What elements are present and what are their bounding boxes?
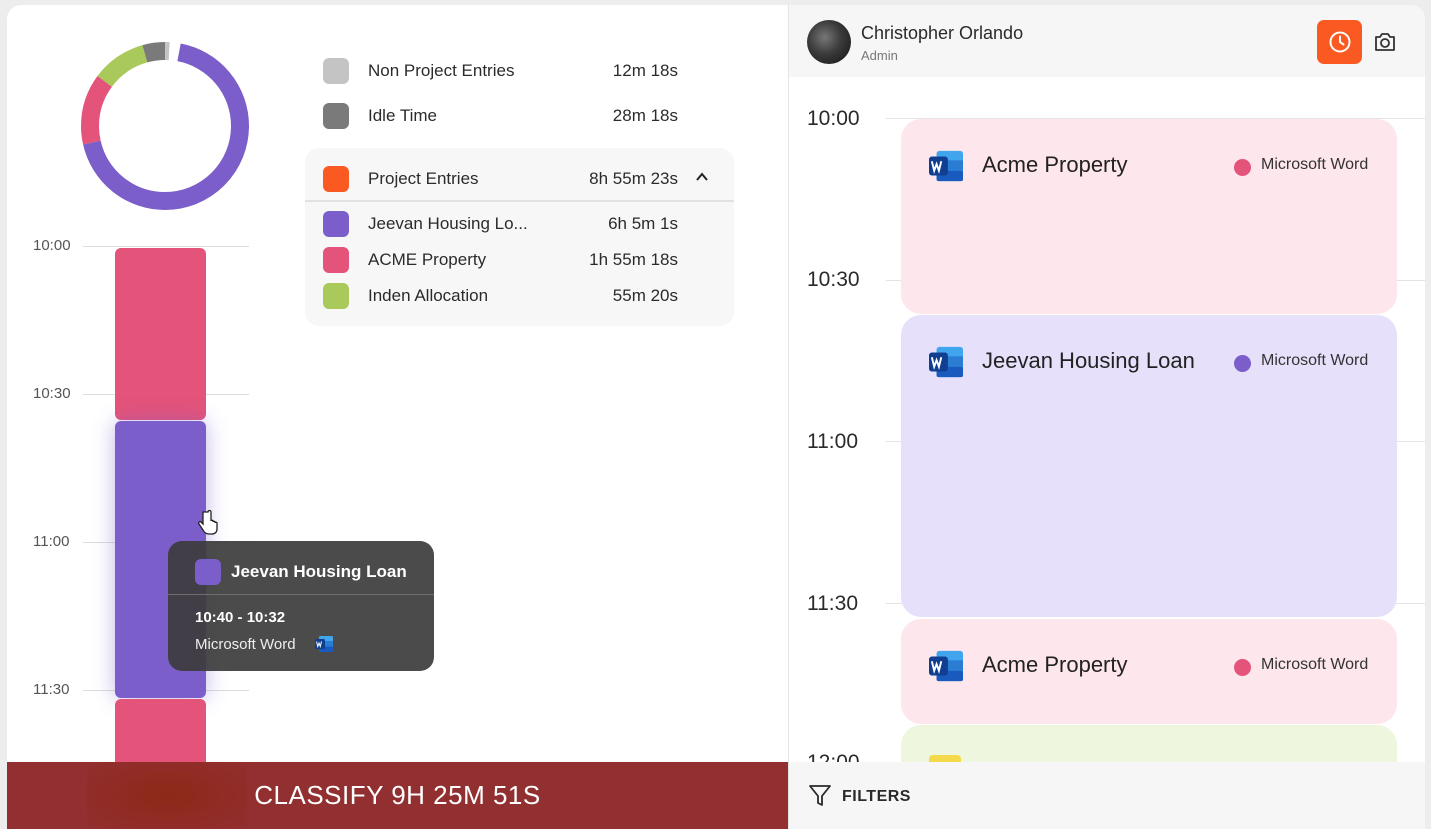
- timeline-gridline: [83, 246, 249, 247]
- time-donut-chart: [81, 42, 249, 210]
- project-entries-value: 8h 55m 23s: [589, 169, 678, 188]
- idle-value: 28m 18s: [612, 106, 678, 125]
- chevron-up-icon[interactable]: [695, 170, 709, 184]
- legend-idle: Idle Time 28m 18s: [323, 101, 678, 131]
- entry-app: Microsoft Word: [1261, 352, 1369, 369]
- avatar[interactable]: [807, 20, 851, 64]
- summary-panel: Non Project Entries 12m 18s Idle Time 28…: [7, 5, 788, 829]
- entry-title: Jeevan Housing Loan: [982, 348, 1195, 373]
- entry-app: Microsoft Word: [1261, 156, 1369, 173]
- tooltip-title: Jeevan Housing Loan: [231, 562, 407, 581]
- user-header: Christopher Orlando Admin: [789, 5, 1425, 77]
- legend-project-item[interactable]: Inden Allocation 55m 20s: [323, 281, 678, 311]
- user-name: Christopher Orlando: [861, 23, 1024, 43]
- timeline-block-acme[interactable]: [115, 248, 206, 420]
- timeline-label: 11:00: [33, 533, 70, 550]
- entry-card[interactable]: Jeevan Housing Loan Microsoft Word: [901, 315, 1397, 617]
- camera-icon[interactable]: [1373, 31, 1397, 53]
- timeline-label: 10:00: [807, 107, 860, 130]
- project-item-value: 55m 20s: [612, 286, 678, 305]
- clock-icon: [1329, 31, 1350, 53]
- jeevan-swatch: [323, 211, 349, 237]
- inden-swatch: [323, 283, 349, 309]
- entry-card[interactable]: Acme Property Microsoft Word: [901, 119, 1397, 314]
- timeline-label: 10:30: [807, 268, 860, 291]
- idle-swatch: [323, 103, 349, 129]
- non-project-label: Non Project Entries: [368, 61, 515, 80]
- clock-button[interactable]: [1317, 20, 1362, 64]
- timeline-label: 10:30: [33, 385, 71, 402]
- legend-project-item[interactable]: ACME Property 1h 55m 18s: [323, 245, 678, 275]
- legend-non-project: Non Project Entries 12m 18s: [323, 56, 678, 86]
- project-swatch: [323, 166, 349, 192]
- app-dot: [1234, 159, 1251, 176]
- project-entries-header[interactable]: Project Entries 8h 55m 23s: [323, 164, 678, 194]
- non-project-swatch: [323, 58, 349, 84]
- entry-title: Acme Property: [982, 152, 1128, 177]
- entry-tooltip: Jeevan Housing Loan 10:40 - 10:32 Micros…: [168, 541, 434, 671]
- filters-button[interactable]: FILTERS: [842, 788, 911, 806]
- app-dot: [1234, 355, 1251, 372]
- tooltip-swatch: [195, 559, 221, 585]
- tooltip-app: Microsoft Word: [195, 636, 296, 653]
- word-icon: [929, 150, 963, 182]
- divider: [305, 200, 734, 202]
- word-icon: [315, 636, 333, 652]
- tooltip-time: 10:40 - 10:32: [195, 609, 286, 626]
- project-entries-label: Project Entries: [368, 169, 479, 188]
- classify-glow: [87, 762, 247, 829]
- entries-panel: Christopher Orlando Admin 10:00 10:30 11…: [788, 5, 1425, 829]
- user-role: Admin: [861, 48, 898, 63]
- non-project-value: 12m 18s: [612, 61, 678, 80]
- entry-title: Acme Property: [982, 652, 1128, 677]
- timeline-label: 11:30: [807, 592, 858, 615]
- timeline-label: 11:00: [807, 430, 858, 453]
- filter-icon[interactable]: [808, 783, 832, 809]
- project-item-value: 1h 55m 18s: [589, 250, 678, 269]
- word-icon: [929, 346, 963, 378]
- project-item-label: Jeevan Housing Lo...: [368, 214, 528, 233]
- entry-card[interactable]: Acme Property Microsoft Word: [901, 619, 1397, 724]
- project-item-value: 6h 5m 1s: [608, 214, 678, 233]
- app-dot: [1234, 659, 1251, 676]
- classify-label: CLASSIFY 9H 25M 51S: [254, 780, 541, 810]
- timeline-label: 10:00: [33, 237, 71, 254]
- timeline-label: 11:30: [33, 681, 70, 698]
- hand-cursor-icon: [198, 510, 218, 535]
- filters-bar: FILTERS: [789, 762, 1425, 829]
- legend-project-item[interactable]: Jeevan Housing Lo... 6h 5m 1s: [323, 209, 678, 239]
- project-item-label: ACME Property: [368, 250, 487, 269]
- idle-label: Idle Time: [368, 106, 437, 125]
- entry-app: Microsoft Word: [1261, 656, 1369, 673]
- acme-swatch: [323, 247, 349, 273]
- project-item-label: Inden Allocation: [368, 286, 489, 305]
- word-icon: [929, 650, 963, 682]
- divider: [168, 594, 434, 595]
